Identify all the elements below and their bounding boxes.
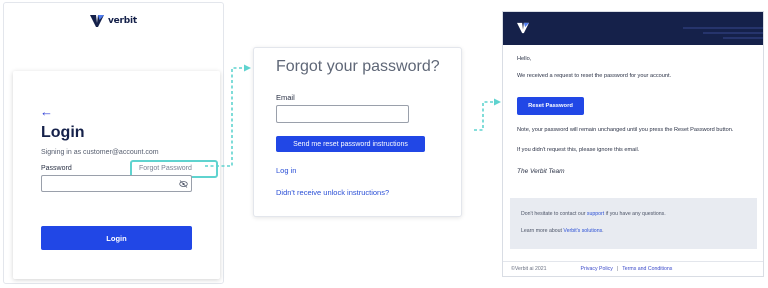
email-label: Email	[276, 93, 295, 102]
support-link[interactable]: support	[587, 211, 604, 217]
verbit-logo-icon	[517, 22, 529, 34]
reset-password-button[interactable]: Reset Password	[517, 97, 584, 115]
email-bottom-bar: ©Verbit ai 2021 Privacy Policy | Terms a…	[511, 266, 672, 272]
contact-text: Don't hesitate to contact our support if…	[521, 211, 666, 217]
contact-prefix: Don't hesitate to contact our	[521, 211, 586, 217]
learn-prefix: Learn more about	[521, 228, 562, 234]
learn-suffix: .	[602, 228, 604, 234]
email-request-text: We received a request to reset the passw…	[517, 73, 672, 79]
unlock-instructions-link[interactable]: Didn't receive unlock instructions?	[276, 188, 389, 197]
email-signature: The Verbit Team	[517, 168, 565, 175]
reset-email: Hello, We received a request to reset th…	[502, 11, 764, 277]
email-header	[503, 12, 763, 45]
privacy-policy-link[interactable]: Privacy Policy	[581, 266, 613, 272]
email-greeting: Hello,	[517, 56, 532, 62]
terms-link[interactable]: Terms and Conditions	[622, 266, 672, 272]
solutions-link[interactable]: Verbit's solutions	[563, 228, 602, 234]
header-decoration	[683, 27, 763, 39]
contact-suffix: if you have any questions.	[605, 211, 666, 217]
email-ignore-text: If you didn't request this, please ignor…	[517, 147, 640, 153]
copyright-text: ©Verbit ai 2021	[511, 266, 547, 272]
email-field[interactable]	[276, 105, 409, 123]
log-in-link[interactable]: Log in	[276, 166, 296, 175]
divider	[503, 261, 763, 262]
bottom-spacer	[551, 266, 577, 272]
forgot-password-title: Forgot your password?	[276, 58, 440, 75]
learn-more-text: Learn more about Verbit's solutions.	[521, 228, 604, 234]
send-reset-instructions-button[interactable]: Send me reset password instructions	[276, 136, 425, 152]
email-footer: Don't hesitate to contact our support if…	[510, 198, 757, 249]
bottom-separator: |	[616, 266, 619, 272]
forgot-password-card: Forgot your password? Email Send me rese…	[253, 47, 462, 217]
email-note-text: Note, your password will remain unchange…	[517, 127, 734, 133]
